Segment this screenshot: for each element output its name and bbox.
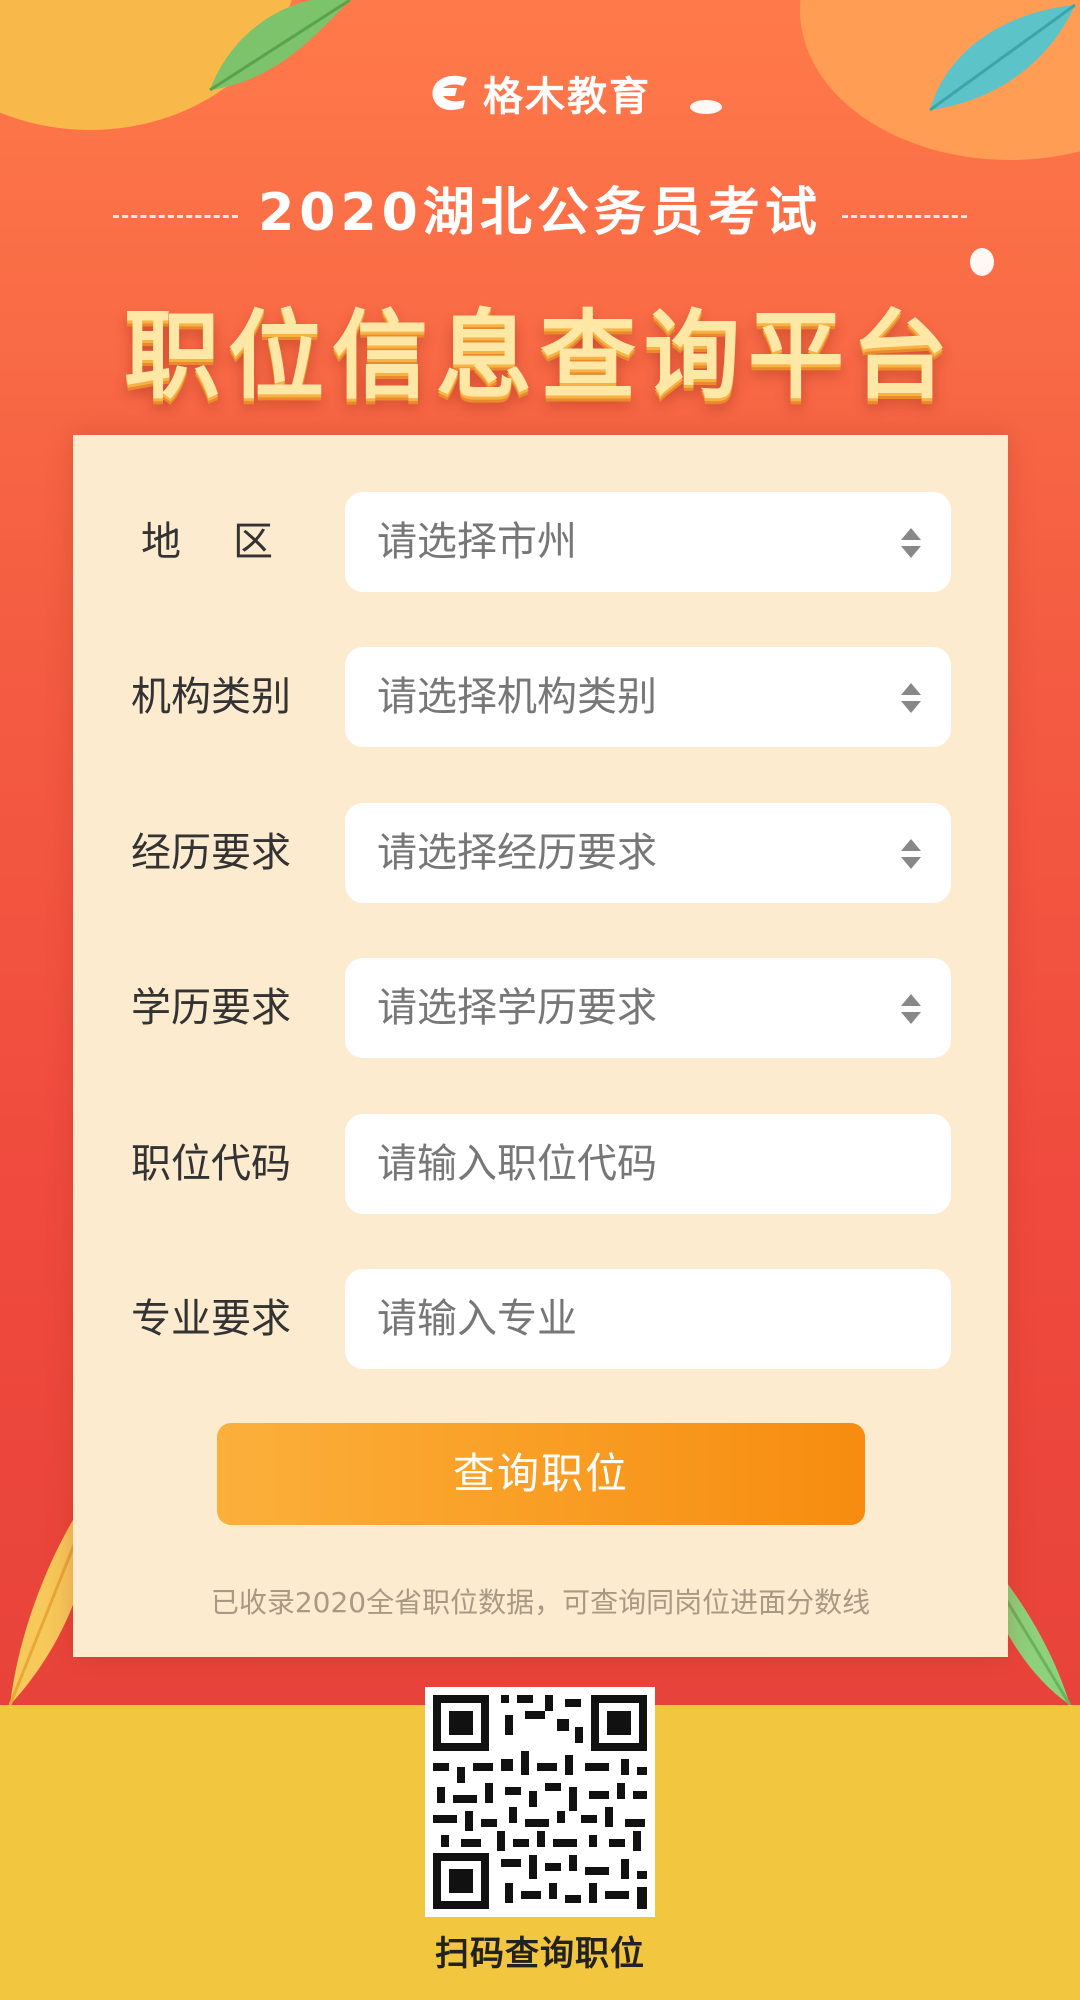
- gemu-logo-icon: [432, 75, 467, 110]
- input-placeholder: 请输入专业: [377, 1296, 577, 1342]
- form-row-position-code: 职位代码 请输入职位代码: [73, 1114, 1008, 1214]
- subtitle-text: 2020湖北公务员考试: [258, 183, 822, 243]
- field-label: 学历要求: [131, 985, 291, 1031]
- divider: [113, 214, 239, 218]
- input-placeholder: 请输入职位代码: [377, 1141, 657, 1187]
- up-down-arrows-icon: [901, 528, 921, 558]
- field-label: 职位代码: [131, 1141, 291, 1187]
- page-title: 职位信息查询平台: [124, 300, 956, 412]
- major-input[interactable]: 请输入专业: [345, 1269, 951, 1369]
- qr-code-image: [425, 1687, 655, 1917]
- search-form-card: 地区 请选择市州 机构类别 请选择机构类别 经历要求 请选择经历要求 学历要求 …: [73, 435, 1008, 1657]
- field-label: 地区: [141, 519, 325, 565]
- select-placeholder: 请选择经历要求: [377, 830, 657, 876]
- form-row-major: 专业要求 请输入专业: [73, 1269, 1008, 1369]
- form-row-education: 学历要求 请选择学历要求: [73, 958, 1008, 1058]
- field-label: 专业要求: [131, 1296, 291, 1342]
- info-note: 已收录2020全省职位数据，可查询同岗位进面分数线: [210, 1586, 871, 1619]
- position-code-input[interactable]: 请输入职位代码: [345, 1114, 951, 1214]
- education-select[interactable]: 请选择学历要求: [345, 958, 951, 1058]
- qr-caption: 扫码查询职位: [435, 1934, 645, 1974]
- up-down-arrows-icon: [901, 839, 921, 869]
- page-subtitle: 2020湖北公务员考试: [0, 170, 1080, 245]
- form-row-experience: 经历要求 请选择经历要求: [73, 803, 1008, 903]
- field-label: 经历要求: [131, 830, 291, 876]
- form-row-region: 地区 请选择市州: [73, 492, 1008, 592]
- select-placeholder: 请选择机构类别: [377, 674, 657, 720]
- org-type-select[interactable]: 请选择机构类别: [345, 647, 951, 747]
- experience-select[interactable]: 请选择经历要求: [345, 803, 951, 903]
- divider: [841, 214, 967, 218]
- up-down-arrows-icon: [901, 683, 921, 713]
- region-select[interactable]: 请选择市州: [345, 492, 951, 592]
- brand-name: 格木教育: [483, 74, 651, 120]
- field-label: 机构类别: [131, 674, 291, 720]
- select-placeholder: 请选择学历要求: [377, 985, 657, 1031]
- up-down-arrows-icon: [901, 994, 921, 1024]
- qr-code: [425, 1687, 655, 1917]
- select-placeholder: 请选择市州: [377, 519, 577, 565]
- decor-dot: [970, 248, 994, 276]
- brand: 格木教育: [0, 64, 1080, 122]
- search-position-button[interactable]: 查询职位: [217, 1423, 865, 1525]
- form-row-org-type: 机构类别 请选择机构类别: [73, 647, 1008, 747]
